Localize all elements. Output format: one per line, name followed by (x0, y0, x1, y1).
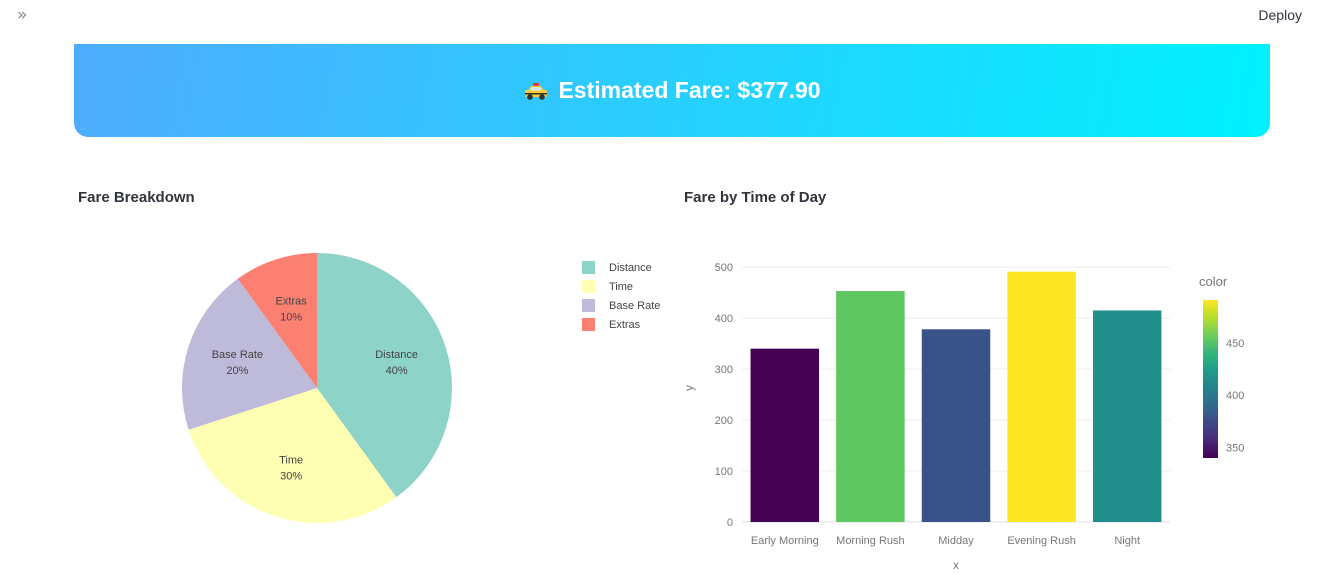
y-tick-label: 400 (715, 313, 733, 325)
colorbar-tick-label: 450 (1226, 338, 1244, 350)
x-tick-label: Evening Rush (1007, 535, 1076, 547)
colorbar-title: color (1199, 274, 1228, 289)
colorbar-tick-label: 400 (1226, 390, 1244, 402)
y-tick-label: 100 (715, 466, 733, 478)
x-tick-label: Midday (938, 535, 974, 547)
x-axis-title: x (953, 558, 959, 572)
y-tick-label: 200 (715, 415, 733, 427)
bar-early-morning[interactable] (750, 348, 820, 522)
x-tick-label: Night (1114, 535, 1140, 547)
bar-night[interactable] (1092, 310, 1162, 522)
bar-evening-rush[interactable] (1007, 271, 1076, 522)
y-tick-label: 300 (715, 364, 733, 376)
x-tick-label: Early Morning (751, 535, 819, 547)
colorbar (1203, 300, 1218, 458)
y-tick-label: 0 (727, 517, 733, 529)
x-tick-label: Morning Rush (836, 535, 904, 547)
fare-by-time-bar-chart[interactable]: 0 100 200 300 400 500 Early Morning Morning Rus… (0, 0, 1317, 584)
y-axis-title: y (682, 385, 696, 391)
y-tick-label: 500 (715, 262, 733, 274)
bar-morning-rush[interactable] (836, 291, 905, 522)
colorbar-tick-label: 350 (1226, 443, 1244, 455)
bar-midday[interactable] (921, 329, 991, 522)
